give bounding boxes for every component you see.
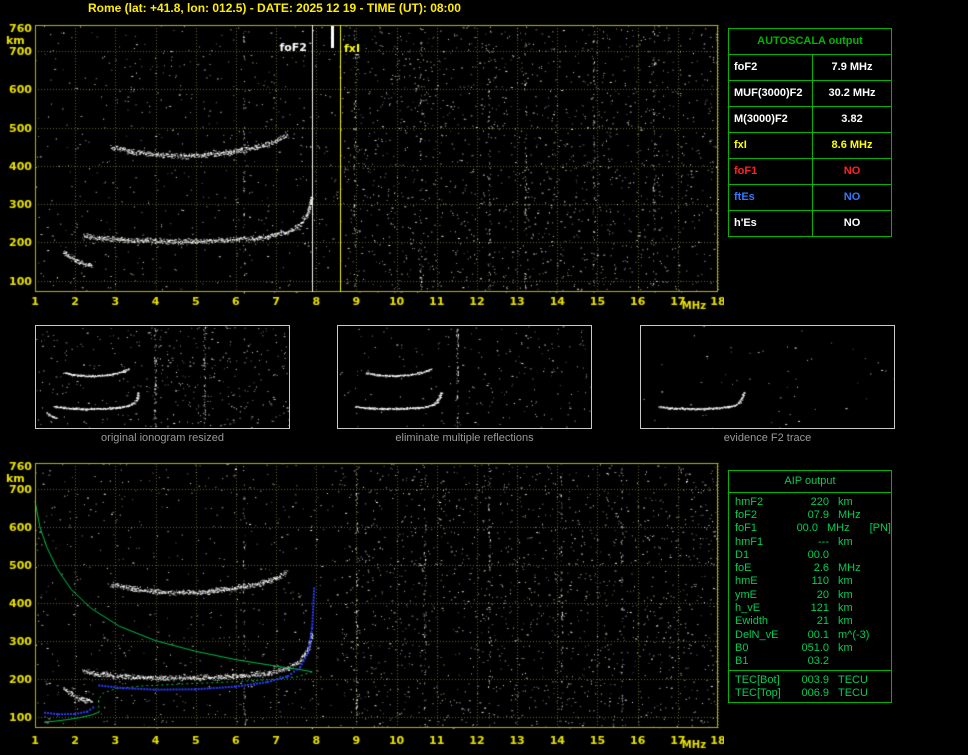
aip-row-label: foF2 <box>735 509 793 521</box>
autoscala-row-value: NO <box>813 185 891 210</box>
thumbnail-original-canvas <box>35 325 290 429</box>
aip-row-tec-top: TEC[Top] 006.9 TECU <box>729 686 891 700</box>
aip-row-value: 2.6 <box>793 562 829 574</box>
aip-row-label: TEC[Bot] <box>735 674 793 686</box>
autoscala-title: AUTOSCALA output <box>729 29 891 55</box>
aip-row-label: B1 <box>735 655 793 667</box>
aip-row-unit: km <box>829 615 884 627</box>
autoscala-row-value: 8.6 MHz <box>813 133 891 158</box>
aip-row-b1: B1 03.2 <box>729 655 891 668</box>
aip-row-fof2: foF2 07.9 MHz <box>729 508 891 521</box>
aip-row-label: D1 <box>735 549 793 561</box>
aip-row-value: --- <box>793 536 829 548</box>
autoscala-row-value: 30.2 MHz <box>813 81 891 106</box>
autoscala-row-label: M(3000)F2 <box>729 107 813 132</box>
autoscala-row-label: fxI <box>729 133 813 158</box>
aip-row-unit: TECU <box>829 687 884 699</box>
aip-title: AIP output <box>729 471 891 493</box>
aip-row-unit: TECU <box>829 674 884 686</box>
autoscala-table: AUTOSCALA output foF2 7.9 MHz MUF(3000)F… <box>728 28 892 237</box>
aip-row-label: hmF2 <box>735 496 793 508</box>
aip-row-value: 07.9 <box>793 509 829 521</box>
aip-tec-section: TEC[Bot] 003.9 TECU TEC[Top] 006.9 TECU <box>729 670 891 702</box>
aip-row-tec-bot: TEC[Bot] 003.9 TECU <box>729 673 891 687</box>
aip-row-unit: km <box>829 589 884 601</box>
aip-row-hve: h_vE 121 km <box>729 601 891 614</box>
aip-row-unit: MHz <box>829 509 884 521</box>
autoscala-row-fof2: foF2 7.9 MHz <box>729 55 891 81</box>
aip-row-unit: km <box>829 602 884 614</box>
aip-row-value: 003.9 <box>793 674 829 686</box>
aip-row-value: 03.2 <box>793 655 829 667</box>
autoscala-row-value: 3.82 <box>813 107 891 132</box>
autoscala-row-value: NO <box>813 159 891 184</box>
aip-row-d1: D1 00.0 <box>729 548 891 561</box>
aip-row-foe: foE 2.6 MHz <box>729 561 891 574</box>
aip-row-label: B0 <box>735 642 793 654</box>
aip-row-label: Ewidth <box>735 615 793 627</box>
aip-row-label: h_vE <box>735 602 793 614</box>
thumbnail-cleaned-canvas <box>337 325 592 429</box>
aip-body: hmF2 220 km foF2 07.9 MHz foF1 00.0 MHz … <box>729 493 891 670</box>
aip-row-value: 051.0 <box>793 642 829 654</box>
aip-row-unit: m^(-3) <box>829 629 884 641</box>
aip-row-label: ymE <box>735 589 793 601</box>
autoscala-row-label: foF2 <box>729 55 813 80</box>
aip-row-value: 220 <box>793 496 829 508</box>
thumbnail-caption-original: original ionogram resized <box>35 432 290 444</box>
autoscala-row-label: h'Es <box>729 211 813 236</box>
autoscala-row-value: 7.9 MHz <box>813 55 891 80</box>
aip-row-value: 00.0 <box>793 549 829 561</box>
aip-row-value: 121 <box>793 602 829 614</box>
aip-row-hmf2: hmF2 220 km <box>729 495 891 508</box>
bottom-ionogram-canvas <box>0 453 724 755</box>
autoscala-row-ftes: ftEs NO <box>729 185 891 211</box>
autoscala-row-m3000f2: M(3000)F2 3.82 <box>729 107 891 133</box>
aip-row-value: 21 <box>793 615 829 627</box>
aip-row-unit: MHz <box>818 522 868 534</box>
aip-row-unit: km <box>829 536 884 548</box>
aip-row-label: foF1 <box>735 522 786 534</box>
aip-row-unit: km <box>829 642 884 654</box>
aip-table: AIP output hmF2 220 km foF2 07.9 MHz foF… <box>728 470 892 703</box>
autoscala-row-label: foF1 <box>729 159 813 184</box>
autoscala-row-label: ftEs <box>729 185 813 210</box>
aip-row-unit: km <box>829 575 884 587</box>
aip-row-fof1: foF1 00.0 MHz [PN] <box>729 522 891 535</box>
aip-row-note: [PN] <box>868 522 891 534</box>
aip-row-label: hmE <box>735 575 793 587</box>
aip-row-yme: ymE 20 km <box>729 588 891 601</box>
aip-row-hmf1: hmF1 --- km <box>729 535 891 548</box>
autoscala-row-label: MUF(3000)F2 <box>729 81 813 106</box>
thumbnail-f2-trace-canvas <box>640 325 895 429</box>
top-ionogram-canvas <box>0 18 724 314</box>
thumbnail-caption-cleaned: eliminate multiple reflections <box>337 432 592 444</box>
autoscala-row-fof1: foF1 NO <box>729 159 891 185</box>
station-header: Rome (lat: +41.8, lon: 012.5) - DATE: 20… <box>88 1 461 15</box>
aip-row-hme: hmE 110 km <box>729 575 891 588</box>
autoscala-row-value: NO <box>813 211 891 236</box>
aip-row-value: 20 <box>793 589 829 601</box>
aip-row-delnve: DelN_vE 00.1 m^(-3) <box>729 628 891 641</box>
aip-row-label: TEC[Top] <box>735 687 793 699</box>
aip-row-unit: km <box>829 496 884 508</box>
autoscala-row-muf3000f2: MUF(3000)F2 30.2 MHz <box>729 81 891 107</box>
aip-row-ewidth: Ewidth 21 km <box>729 615 891 628</box>
aip-row-label: hmF1 <box>735 536 793 548</box>
thumbnail-caption-f2-trace: evidence F2 trace <box>640 432 895 444</box>
aip-row-value: 006.9 <box>793 687 829 699</box>
autoscala-row-hes: h'Es NO <box>729 211 891 236</box>
aip-row-label: DelN_vE <box>735 629 793 641</box>
aip-row-value: 00.0 <box>786 522 818 534</box>
aip-row-unit: MHz <box>829 562 884 574</box>
autoscala-row-fxi: fxI 8.6 MHz <box>729 133 891 159</box>
screen: Rome (lat: +41.8, lon: 012.5) - DATE: 20… <box>0 0 968 755</box>
aip-row-label: foE <box>735 562 793 574</box>
aip-row-b0: B0 051.0 km <box>729 641 891 654</box>
aip-row-value: 110 <box>793 575 829 587</box>
aip-row-value: 00.1 <box>793 629 829 641</box>
